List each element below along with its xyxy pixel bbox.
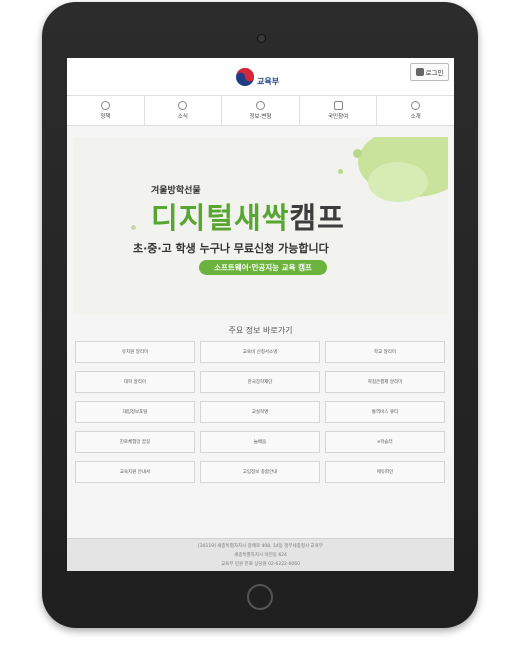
quick-link[interactable]: 교육지원 안내서 xyxy=(75,461,195,483)
quick-link[interactable]: 에듀파인 xyxy=(325,461,445,483)
camera-icon xyxy=(257,34,266,43)
quick-link[interactable]: e학습터 xyxy=(325,431,445,453)
quick-link[interactable]: 고입정보 종합안내 xyxy=(200,461,320,483)
login-label: 로그인 xyxy=(425,69,444,77)
quick-link[interactable]: 통역비스 큐티 xyxy=(325,401,445,423)
nav-item-info[interactable]: 정보·변형 xyxy=(222,96,300,125)
footer-address-2: 세종특별자치시 어진동 624 xyxy=(234,553,287,558)
screen: 교육부 로그인 정책 소식 정보·변형 국민참여 소개 겨울방학선물 디지털새싹… xyxy=(67,58,454,571)
home-button[interactable] xyxy=(247,584,273,610)
quick-link[interactable]: 학점은행제 알리미 xyxy=(325,371,445,393)
nav-label: 소식 xyxy=(177,114,188,120)
quick-link[interactable]: 유치원 알리미 xyxy=(75,341,195,363)
banner-tagline: 초·중·고 학생 누구나 무료신청 가능합니다 xyxy=(133,242,329,255)
footer-address: [30119] 세종특별자치시 갈매로 408, 14동 정부세종청사 교육부 xyxy=(198,544,323,549)
footer: [30119] 세종특별자치시 갈매로 408, 14동 정부세종청사 교육부 … xyxy=(67,538,454,571)
user-icon xyxy=(415,68,424,76)
decorative-blob xyxy=(368,162,428,202)
nav-item-news[interactable]: 소식 xyxy=(145,96,223,125)
decorative-dot xyxy=(131,225,136,230)
nav-item-participation[interactable]: 국민참여 xyxy=(300,96,378,125)
section-title: 주요 정보 바로가기 xyxy=(228,326,293,335)
quick-link[interactable]: 교실혁명 xyxy=(200,401,320,423)
quick-link[interactable]: 늘배움 xyxy=(200,431,320,453)
banner-title-part: 캠프 xyxy=(289,201,345,235)
decorative-dot xyxy=(353,149,362,158)
government-emblem-icon[interactable] xyxy=(235,67,255,87)
nav-label: 정책 xyxy=(100,114,111,120)
decorative-dot xyxy=(338,169,343,174)
banner-title-part: 털새싹 xyxy=(206,201,290,235)
quick-link[interactable]: 대학 알리미 xyxy=(75,371,195,393)
banner-title-part: 디지 xyxy=(151,201,207,235)
nav-item-policy[interactable]: 정책 xyxy=(67,96,145,125)
quick-link[interactable]: 대입정보포털 xyxy=(75,401,195,423)
banner-pill: 소프트웨어·인공지능 교육 캠프 xyxy=(199,260,327,275)
nav-item-about[interactable]: 소개 xyxy=(377,96,454,125)
header: 교육부 로그인 xyxy=(67,58,454,95)
nav-label: 소개 xyxy=(410,114,421,120)
nav-label: 국민참여 xyxy=(327,114,349,120)
main-nav: 정책 소식 정보·변형 국민참여 소개 xyxy=(67,95,454,126)
quick-link[interactable]: 교육비 신청서소명 xyxy=(200,341,320,363)
banner-title: 디지털새싹캠프 xyxy=(151,195,345,237)
quick-links-grid: 유치원 알리미 교육비 신청서소명 학교 알리미 대학 알리미 한국장학재단 학… xyxy=(75,341,445,483)
quick-link[interactable]: 한국장학재단 xyxy=(200,371,320,393)
quick-link[interactable]: 학교 알리미 xyxy=(325,341,445,363)
quick-link[interactable]: 진로체험망 꿈길 xyxy=(75,431,195,453)
promo-banner[interactable]: 겨울방학선물 디지털새싹캠프 초·중·고 학생 누구나 무료신청 가능합니다 소… xyxy=(73,137,448,315)
info-icon xyxy=(411,101,421,110)
site-logo-text[interactable]: 교육부 xyxy=(257,76,279,87)
info-icon xyxy=(178,101,188,110)
login-button[interactable]: 로그인 xyxy=(410,63,449,81)
footer-contact: 교육부 민원 전화 상담원 02-6222-6060 xyxy=(221,562,300,567)
chat-icon xyxy=(333,101,343,110)
info-icon xyxy=(255,101,265,110)
nav-label: 정보·변형 xyxy=(249,114,272,120)
info-icon xyxy=(100,101,110,110)
